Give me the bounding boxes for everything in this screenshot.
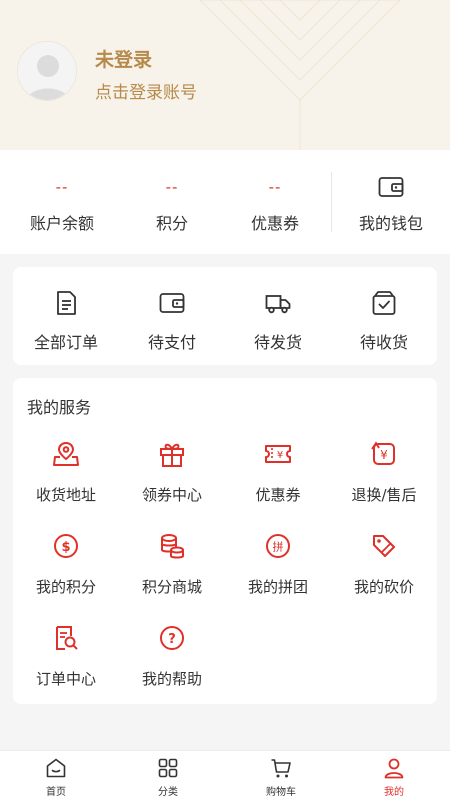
tab-mine-label: 我的 [384, 787, 404, 798]
cart-icon [271, 759, 291, 778]
my-wallet-button[interactable]: 我的钱包 [340, 150, 442, 254]
my-points-button[interactable]: $ 我的积分 [13, 532, 119, 622]
all-orders-label: 全部订单 [33, 333, 98, 352]
coupon-center-button[interactable]: 领券中心 [119, 440, 225, 530]
group-buy-button[interactable]: 拼 我的拼团 [225, 532, 331, 622]
asset-points[interactable]: -- 积分 [122, 150, 222, 254]
order-search-icon [56, 626, 78, 650]
wallet-icon [159, 293, 185, 313]
order-center-button[interactable]: 订单中心 [13, 624, 119, 714]
coupons-button[interactable]: ¥ 优惠券 [225, 440, 331, 530]
home-icon [46, 758, 66, 778]
tab-category-label: 分类 [158, 787, 178, 798]
tab-cart-label: 购物车 [266, 787, 296, 798]
svg-text:¥: ¥ [277, 450, 283, 461]
refund-button[interactable]: ¥ 退换/售后 [331, 440, 437, 530]
address-label: 收货地址 [35, 486, 96, 504]
ticket-icon: ¥ [265, 445, 291, 463]
pending-receipt-label: 待收货 [359, 333, 408, 352]
truck-icon [265, 295, 291, 314]
pending-payment-button[interactable]: 待支付 [119, 267, 225, 365]
asset-balance[interactable]: -- 账户余额 [12, 150, 112, 254]
pending-receipt-button[interactable]: 待收货 [331, 267, 437, 365]
balance-label: 账户余额 [29, 214, 94, 233]
refund-label: 退换/售后 [351, 486, 417, 504]
coupons-label: 优惠券 [255, 486, 301, 504]
svg-text:拼: 拼 [273, 540, 284, 554]
price-tag-icon [373, 535, 395, 557]
grid-icon [158, 758, 178, 778]
user-icon [384, 758, 404, 779]
help-icon: ? [160, 626, 184, 650]
coupons-value: -- [268, 178, 282, 196]
group-buy-icon: 拼 [266, 534, 290, 558]
wallet-label: 我的钱包 [358, 214, 423, 233]
tab-cart[interactable]: 购物车 [225, 751, 337, 800]
bottom-tab-bar: 首页 分类 购物车 我的 [0, 750, 450, 800]
points-label: 积分 [155, 214, 188, 233]
coupon-center-label: 领券中心 [141, 486, 202, 504]
services-card: 我的服务 收货地址 领券中心 ¥ 优惠券 ¥ 退换/售后 $ 我的积分 积分商城… [13, 378, 437, 704]
tab-category[interactable]: 分类 [112, 751, 224, 800]
svg-text:?: ? [168, 632, 176, 647]
coins-stack-icon [161, 534, 184, 559]
pending-shipment-button[interactable]: 待发货 [225, 267, 331, 365]
group-buy-label: 我的拼团 [247, 578, 308, 596]
tab-mine[interactable]: 我的 [338, 751, 450, 800]
order-list-icon [57, 291, 76, 315]
points-mall-label: 积分商城 [141, 578, 202, 596]
tab-home[interactable]: 首页 [0, 751, 112, 800]
login-status[interactable]: 未登录 [95, 45, 152, 72]
coin-icon: $ [54, 534, 78, 558]
divider [331, 172, 332, 232]
services-title: 我的服务 [27, 398, 92, 417]
points-mall-button[interactable]: 积分商城 [119, 532, 225, 622]
order-center-label: 订单中心 [35, 670, 96, 688]
box-check-icon [372, 291, 396, 315]
profile-header[interactable]: 未登录 点击登录账号 [0, 0, 450, 150]
location-map-icon [53, 441, 79, 466]
wallet-icon [378, 177, 404, 197]
default-avatar-icon [18, 42, 76, 100]
pending-shipment-label: 待发货 [253, 333, 302, 352]
login-link[interactable]: 点击登录账号 [95, 78, 197, 103]
svg-text:¥: ¥ [380, 448, 388, 462]
address-button[interactable]: 收货地址 [13, 440, 119, 530]
bargain-button[interactable]: 我的砍价 [331, 532, 437, 622]
refund-icon: ¥ [371, 441, 395, 465]
help-button[interactable]: ? 我的帮助 [119, 624, 225, 714]
points-value: -- [165, 178, 179, 196]
asset-coupons[interactable]: -- 优惠券 [225, 150, 325, 254]
pending-payment-label: 待支付 [147, 333, 196, 352]
all-orders-button[interactable]: 全部订单 [13, 267, 119, 365]
svg-text:$: $ [61, 540, 70, 555]
bargain-label: 我的砍价 [353, 578, 414, 596]
gift-icon [160, 443, 184, 467]
my-points-label: 我的积分 [35, 578, 96, 596]
tab-home-label: 首页 [46, 787, 66, 798]
avatar[interactable] [17, 41, 77, 101]
coupons-label: 优惠券 [250, 214, 299, 233]
help-label: 我的帮助 [141, 670, 202, 688]
orders-card: 全部订单 待支付 待发货 待收货 [13, 267, 437, 365]
balance-value: -- [55, 178, 69, 196]
